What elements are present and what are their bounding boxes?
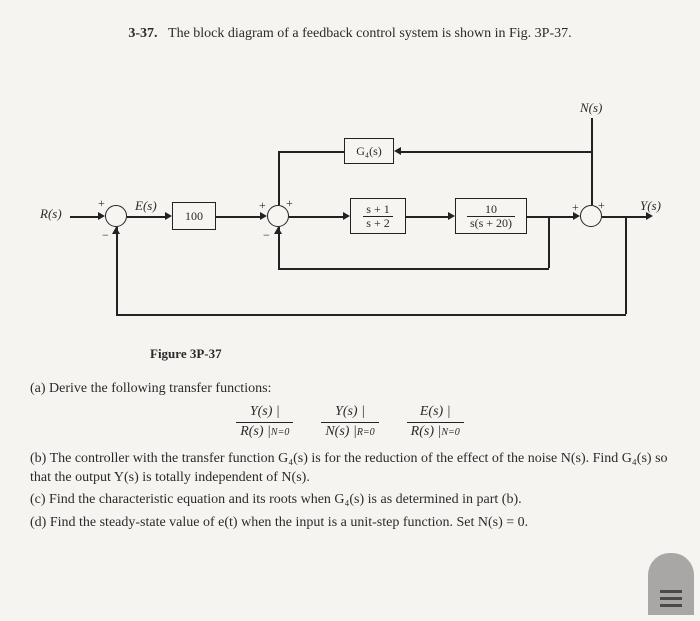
question-list: (a) Derive the following transfer functi… [30, 380, 670, 533]
tf-block-2: 10 s(s + 20) [455, 198, 527, 234]
tf2-num: 10 [467, 203, 515, 217]
tf-block-1: s + 1 s + 2 [350, 198, 406, 234]
part-b: (b) The controller with the transfer fun… [30, 450, 670, 488]
tf2-den: s(s + 20) [467, 217, 515, 230]
problem-title: 3-37. The block diagram of a feedback co… [30, 26, 670, 42]
g4-label: G₄(s) [356, 145, 382, 158]
label-Y: Y(s) [640, 198, 661, 214]
problem-number: 3-37. [128, 26, 157, 41]
side-tab[interactable] [648, 553, 694, 615]
gain-block: 100 [172, 202, 216, 230]
g4-block: G₄(s) [344, 138, 394, 164]
tf1-den: s + 2 [363, 217, 392, 230]
tf-item: Y(s) | N(s) |R=0 [321, 403, 378, 442]
menu-icon [660, 590, 682, 607]
sum-junction-1 [105, 205, 127, 227]
block-diagram: R(s) + − E(s) 100 + + s + 1 s + 2 [40, 56, 660, 336]
tf1-num: s + 1 [363, 203, 392, 217]
transfer-function-row: Y(s) | R(s) |N=0 Y(s) | N(s) |R=0 E(s) |… [30, 403, 670, 442]
part-d: (d) Find the steady-state value of e(t) … [30, 514, 670, 533]
part-c: (c) Find the characteristic equation and… [30, 491, 670, 510]
figure-caption: Figure 3P-37 [150, 346, 670, 362]
tf-item: Y(s) | R(s) |N=0 [236, 403, 293, 442]
label-E: E(s) [135, 198, 157, 214]
problem-statement: The block diagram of a feedback control … [168, 26, 572, 41]
part-a-lead: (a) Derive the following transfer functi… [30, 380, 670, 399]
gain-value: 100 [185, 210, 203, 223]
label-R: R(s) [40, 206, 62, 222]
tf-item: E(s) | R(s) |N=0 [407, 403, 464, 442]
label-N: N(s) [580, 100, 602, 116]
